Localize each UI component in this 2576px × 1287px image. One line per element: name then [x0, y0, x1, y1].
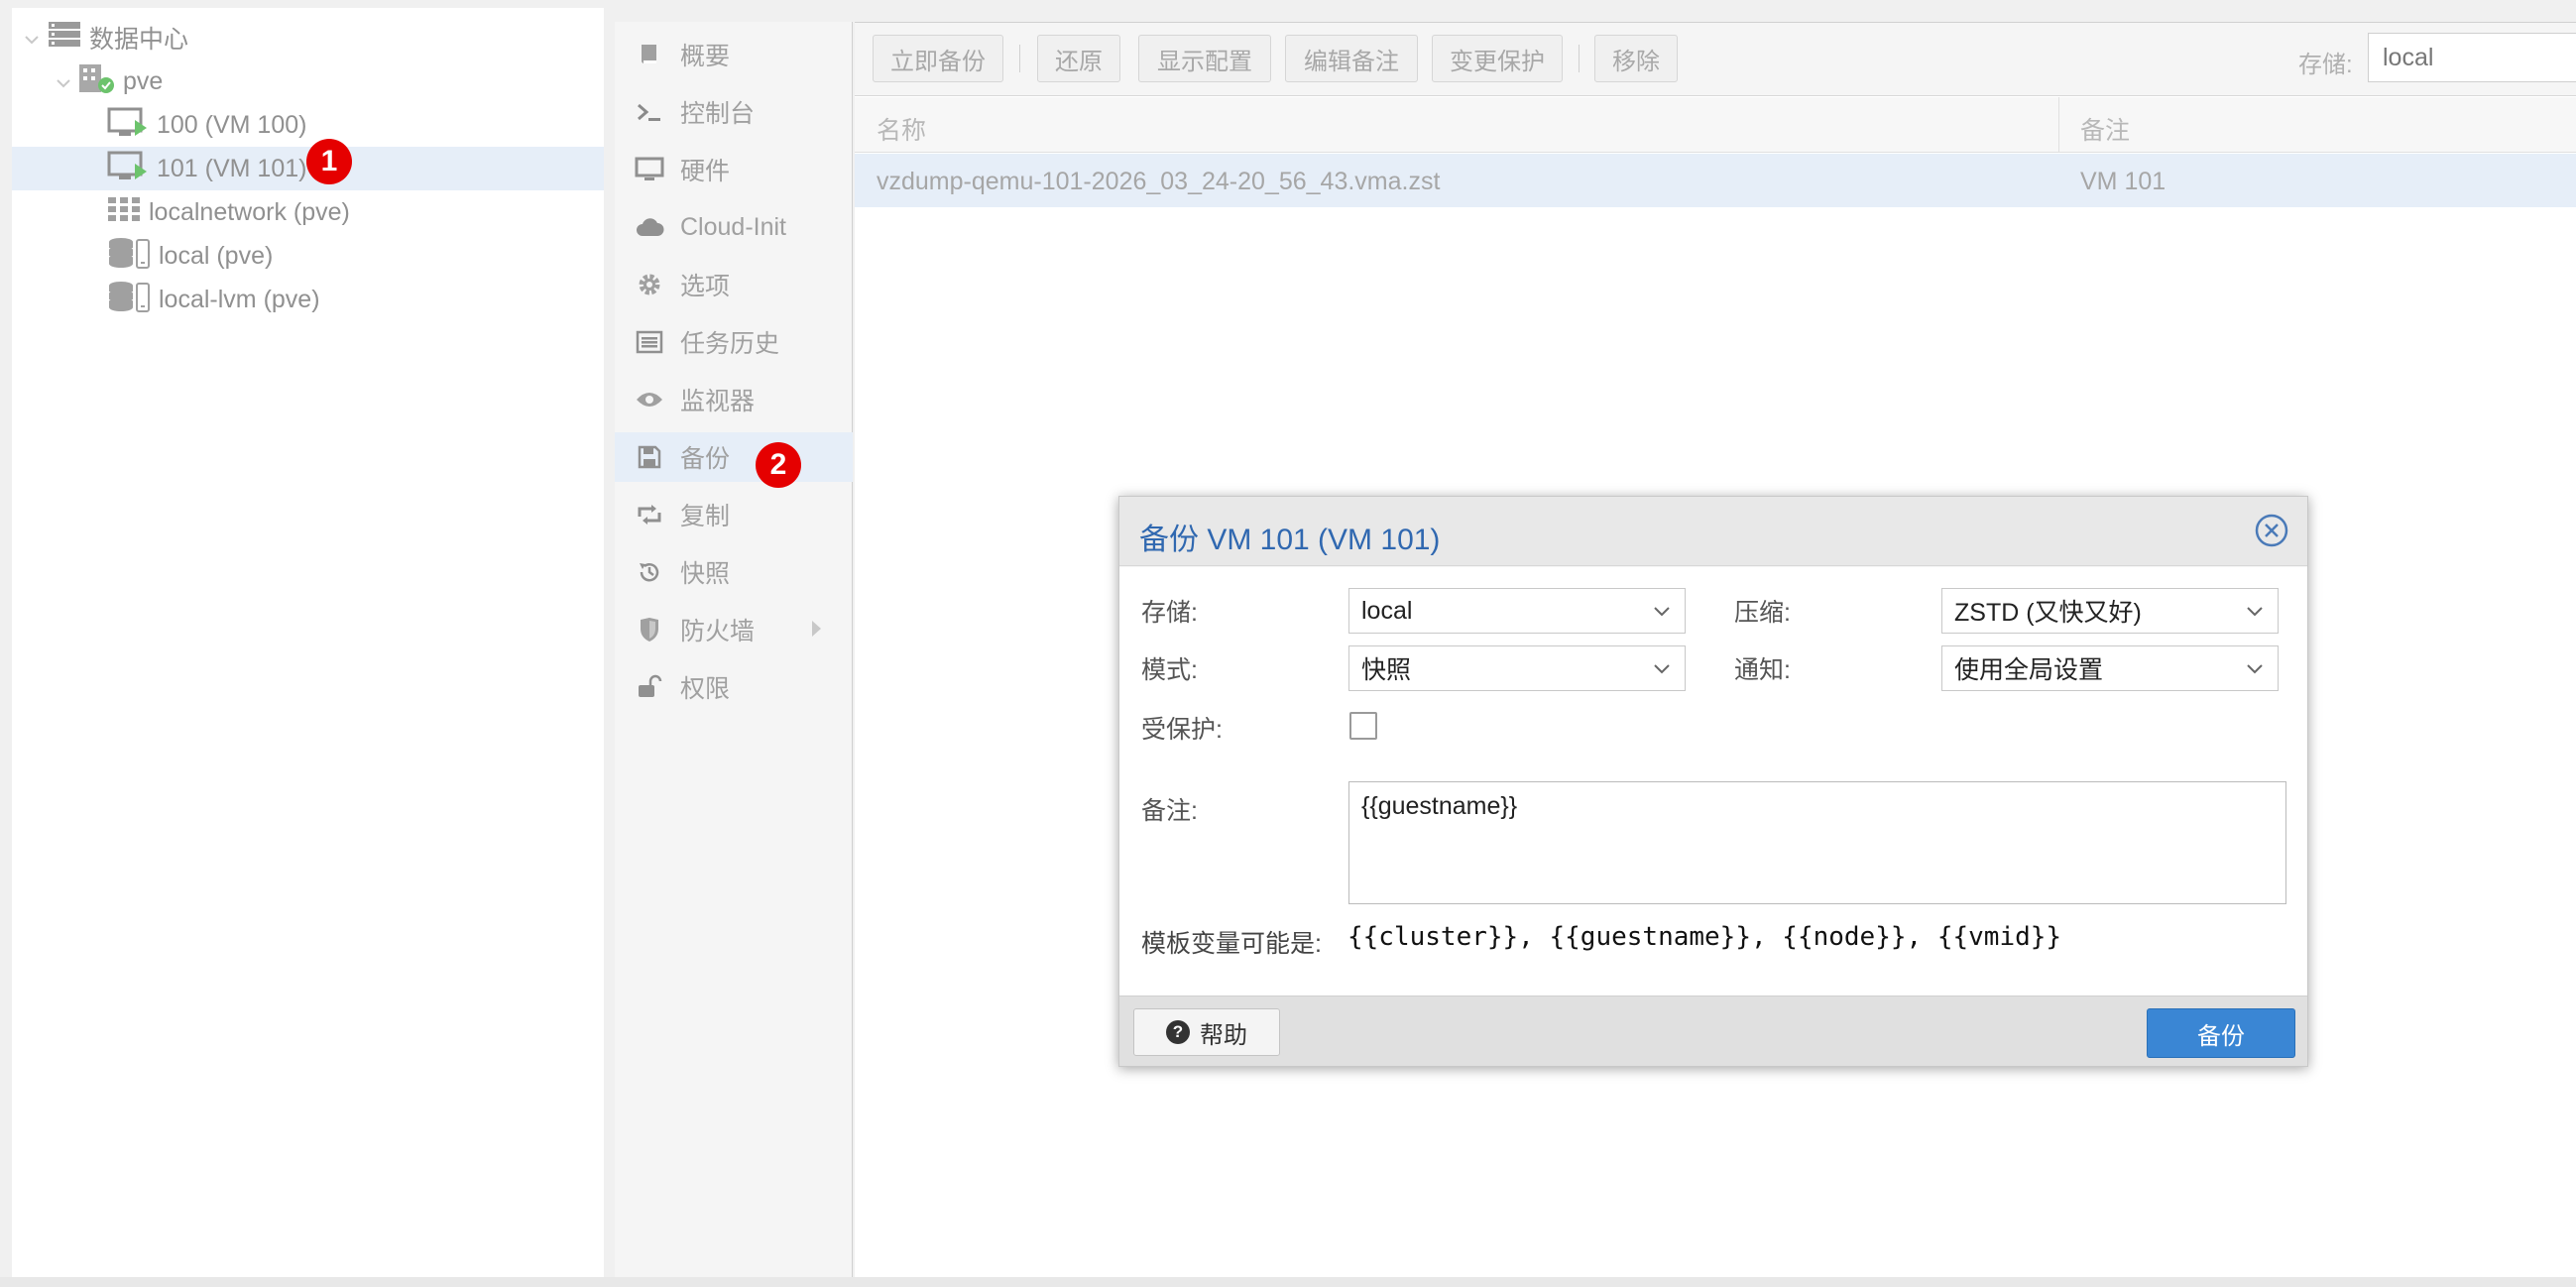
- menu-item-monitor[interactable]: 监视器: [615, 375, 853, 424]
- tree-label-vm: 101 (VM 101): [157, 154, 307, 182]
- tree-label-vm: 100 (VM 100): [157, 110, 307, 139]
- mode-label: 模式:: [1141, 656, 1198, 684]
- mode-select[interactable]: 快照: [1348, 645, 1686, 691]
- chevron-down-icon: [1654, 664, 1670, 674]
- edit-notes-button[interactable]: 编辑备注: [1285, 35, 1418, 82]
- column-separator[interactable]: [2058, 97, 2059, 153]
- menu-item-firewall[interactable]: 防火墙: [615, 605, 853, 654]
- floppy-icon: [633, 444, 666, 470]
- resource-tree: 数据中心 pve 100 (VM 100) 101 (VM 101) local…: [12, 8, 604, 1277]
- backup-file-name: vzdump-qemu-101-2026_03_24-20_56_43.vma.…: [877, 168, 1441, 195]
- help-button[interactable]: ? 帮助: [1133, 1008, 1280, 1056]
- step-badge-2: 2: [756, 442, 801, 488]
- tree-label-datacenter: 数据中心: [89, 26, 189, 54]
- compression-select[interactable]: ZSTD (又快又好): [1941, 588, 2279, 634]
- menu-item-snapshots[interactable]: 快照: [615, 547, 853, 597]
- datacenter-server-icon: [48, 20, 81, 57]
- chevron-down-icon[interactable]: [54, 71, 73, 91]
- notification-select[interactable]: 使用全局设置: [1941, 645, 2279, 691]
- chevron-down-icon: [2247, 607, 2263, 617]
- backup-toolbar: 立即备份 还原 显示配置 编辑备注 变更保护 移除 存储: local: [855, 23, 2576, 96]
- vm-config-menu: 概要 控制台 硬件 Cloud-Init 选项 任务历史 监视器 备份 复制 快…: [615, 22, 853, 1277]
- toolbar-separator: [1019, 45, 1020, 72]
- close-icon[interactable]: [2254, 513, 2289, 548]
- eye-icon: [633, 390, 666, 410]
- compression-label: 压缩:: [1734, 599, 1791, 627]
- backup-dialog: 备份 VM 101 (VM 101) 存储: local 压缩: ZSTD (又…: [1118, 496, 2308, 1067]
- tree-item-sdn[interactable]: localnetwork (pve): [12, 190, 604, 234]
- gear-icon: [633, 272, 666, 297]
- dialog-body: 存储: local 压缩: ZSTD (又快又好) 模式: 快照 通知: 使用全…: [1119, 567, 2307, 995]
- vm-running-icon: [107, 150, 149, 188]
- history-icon: [633, 559, 666, 585]
- submenu-arrow-icon: [812, 621, 821, 637]
- show-config-button[interactable]: 显示配置: [1138, 35, 1271, 82]
- backup-now-button[interactable]: 立即备份: [873, 35, 1003, 82]
- storage-icon: [107, 236, 151, 277]
- table-row[interactable]: vzdump-qemu-101-2026_03_24-20_56_43.vma.…: [855, 154, 2576, 207]
- backup-notes: VM 101: [2080, 168, 2166, 195]
- shield-icon: [633, 617, 666, 643]
- storage-icon: [107, 280, 151, 320]
- node-building-icon: [77, 62, 115, 101]
- change-protection-button[interactable]: 变更保护: [1432, 35, 1563, 82]
- dialog-header[interactable]: 备份 VM 101 (VM 101): [1119, 497, 2307, 566]
- column-header-name[interactable]: 名称: [877, 111, 926, 147]
- tree-item-storage-local[interactable]: local (pve): [12, 234, 604, 278]
- protected-label: 受保护:: [1141, 716, 1223, 744]
- tree-item-datacenter[interactable]: 数据中心: [12, 16, 604, 59]
- tree-label-sdn: localnetwork (pve): [149, 197, 350, 226]
- tree-item-node-pve[interactable]: pve: [12, 59, 604, 103]
- storage-filter-label: 存储:: [2298, 52, 2353, 78]
- backup-submit-button[interactable]: 备份: [2147, 1008, 2295, 1058]
- backup-grid-header: 名称 备注: [855, 97, 2576, 153]
- storage-label: 存储:: [1141, 599, 1198, 627]
- menu-item-hardware[interactable]: 硬件: [615, 145, 853, 194]
- sdn-grid-icon: [107, 195, 141, 230]
- notes-textarea[interactable]: {{guestname}}: [1348, 781, 2286, 904]
- menu-item-task-history[interactable]: 任务历史: [615, 317, 853, 367]
- notification-label: 通知:: [1734, 656, 1791, 684]
- restore-button[interactable]: 还原: [1037, 35, 1120, 82]
- list-icon: [633, 330, 666, 354]
- menu-item-permissions[interactable]: 权限: [615, 662, 853, 712]
- column-header-notes[interactable]: 备注: [2080, 111, 2130, 147]
- chevron-down-icon: [1654, 607, 1670, 617]
- terminal-icon: [633, 100, 666, 124]
- menu-item-backup[interactable]: 备份: [615, 432, 853, 482]
- chevron-down-icon: [2247, 664, 2263, 674]
- tree-item-storage-local-lvm[interactable]: local-lvm (pve): [12, 278, 604, 321]
- menu-item-summary[interactable]: 概要: [615, 30, 853, 79]
- remove-button[interactable]: 移除: [1594, 35, 1678, 82]
- retweet-icon: [633, 503, 666, 526]
- tree-label-storage: local-lvm (pve): [159, 285, 320, 313]
- menu-item-cloud-init[interactable]: Cloud-Init: [615, 202, 853, 252]
- menu-item-options[interactable]: 选项: [615, 260, 853, 309]
- menu-item-replication[interactable]: 复制: [615, 490, 853, 539]
- dialog-title: 备份 VM 101 (VM 101): [1139, 524, 1441, 556]
- cloud-icon: [633, 216, 666, 238]
- notes-label: 备注:: [1141, 797, 1198, 825]
- tree-item-vm-100[interactable]: 100 (VM 100): [12, 103, 604, 147]
- step-badge-1: 1: [306, 139, 352, 184]
- protected-checkbox[interactable]: [1349, 712, 1377, 740]
- toolbar-separator: [1579, 45, 1580, 72]
- template-variables: {{cluster}}, {{guestname}}, {{node}}, {{…: [1347, 922, 2062, 952]
- storage-filter-select[interactable]: local: [2368, 33, 2576, 82]
- question-circle-icon: ?: [1166, 1020, 1190, 1044]
- dialog-footer: ? 帮助 备份: [1119, 995, 2307, 1066]
- chevron-down-icon[interactable]: [22, 28, 42, 48]
- unlock-icon: [633, 674, 666, 700]
- tree-label-node: pve: [123, 66, 164, 95]
- menu-item-console[interactable]: 控制台: [615, 87, 853, 137]
- vm-running-icon: [107, 106, 149, 145]
- book-icon: [633, 42, 666, 67]
- monitor-icon: [633, 157, 666, 182]
- bottom-strip: [0, 1277, 2576, 1287]
- storage-select[interactable]: local: [1348, 588, 1686, 634]
- template-hint-label: 模板变量可能是:: [1141, 930, 1322, 958]
- tree-label-storage: local (pve): [159, 241, 274, 270]
